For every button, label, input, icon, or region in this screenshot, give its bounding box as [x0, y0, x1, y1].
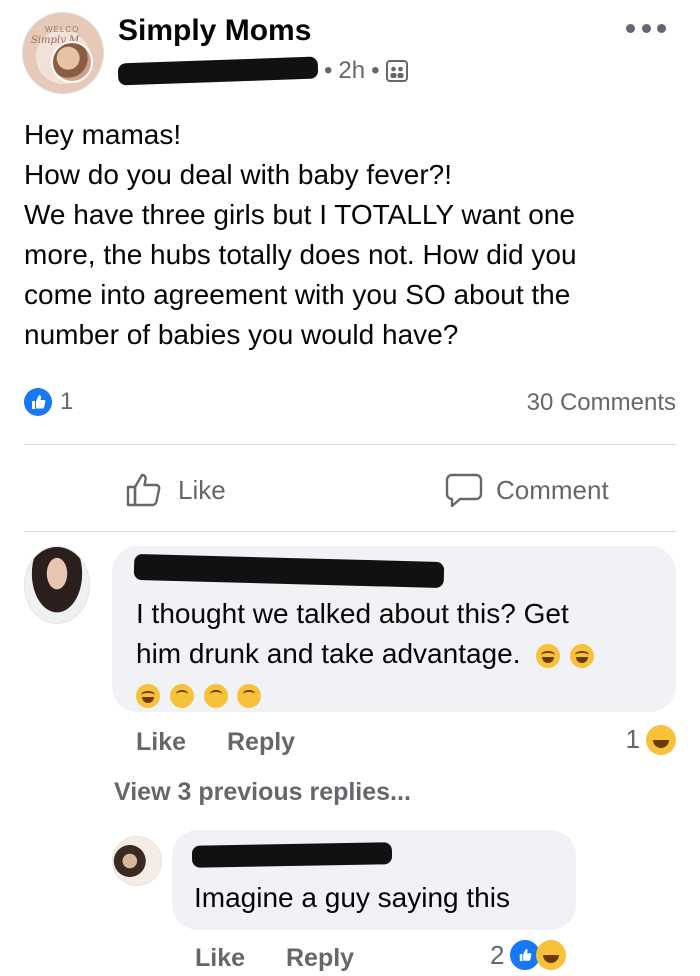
- comment-reactions[interactable]: 1: [626, 724, 676, 755]
- reply-reactions[interactable]: 2: [490, 938, 567, 972]
- laugh-emoji-icon: [570, 643, 595, 668]
- reply-text: Imagine a guy saying this: [194, 882, 510, 913]
- divider-top: [24, 444, 676, 445]
- comments-count[interactable]: 30 Comments: [527, 389, 676, 417]
- upside-down-emoji-icon: [169, 683, 194, 708]
- reactions-summary[interactable]: 1: [24, 388, 73, 416]
- haha-reaction-icon: [536, 940, 567, 970]
- post-line: come into agreement with you SO about th…: [24, 279, 571, 310]
- post-line: How do you deal with baby fever?!: [24, 159, 453, 190]
- commenter-avatar[interactable]: [24, 546, 90, 624]
- author-name-redacted: [117, 56, 319, 86]
- page-name[interactable]: Simply Moms: [118, 14, 311, 48]
- group-privacy-icon: [385, 60, 408, 82]
- comment-line: him drunk and take advantage.: [136, 634, 595, 674]
- thumbs-up-icon: [124, 471, 164, 509]
- divider-bottom: [24, 531, 676, 532]
- comment-button-label: Comment: [496, 474, 609, 505]
- like-button-label: Like: [178, 474, 226, 505]
- avatar-welcome-text: WELCO: [45, 25, 80, 34]
- avatar-photo: [51, 41, 93, 83]
- like-badge-icon: [24, 388, 52, 416]
- like-button[interactable]: Like: [124, 470, 226, 510]
- replier-avatar[interactable]: [112, 836, 162, 886]
- post-line: number of babies you would have?: [24, 319, 459, 350]
- replier-name-redacted: [191, 842, 393, 868]
- laugh-emoji-icon: [536, 643, 561, 668]
- laugh-emoji-icon: [136, 683, 160, 708]
- reply-like-link[interactable]: Like: [195, 944, 245, 973]
- comment-line: I thought we talked about this? Get: [136, 598, 569, 629]
- view-previous-replies[interactable]: View 3 previous replies...: [114, 778, 411, 807]
- more-icon[interactable]: [626, 18, 666, 38]
- post-line: Hey mamas!: [24, 119, 182, 150]
- like-count: 1: [60, 388, 74, 415]
- post-time[interactable]: 2h: [338, 57, 365, 85]
- reply-reaction-count: 2: [490, 939, 505, 970]
- post-meta: • 2h •: [117, 56, 408, 86]
- comment-button[interactable]: Comment: [444, 470, 609, 510]
- upside-down-emoji-icon: [203, 683, 228, 708]
- upside-down-emoji-icon: [237, 683, 262, 708]
- reply-bubble: Imagine a guy saying this: [172, 830, 576, 930]
- commenter-name-redacted: [133, 553, 445, 589]
- comment-emoji-line: [136, 674, 594, 714]
- comment-reply-link[interactable]: Reply: [227, 728, 295, 757]
- comment-bubble: I thought we talked about this? Get him …: [112, 546, 676, 712]
- haha-reaction-icon: [646, 724, 676, 755]
- comment-like-link[interactable]: Like: [136, 728, 186, 757]
- comment-reaction-count: 1: [625, 724, 640, 754]
- post-line: more, the hubs totally does not. How did…: [24, 239, 577, 270]
- page-avatar[interactable]: WELCO Simply M: [22, 12, 104, 94]
- meta-separator-2: •: [371, 57, 380, 84]
- comment-bubble-icon: [444, 471, 484, 509]
- post-line: We have three girls but I TOTALLY want o…: [24, 199, 575, 230]
- post-body: Hey mamas! How do you deal with baby fev…: [24, 115, 674, 355]
- meta-separator: •: [324, 57, 333, 84]
- reply-reply-link[interactable]: Reply: [286, 944, 354, 973]
